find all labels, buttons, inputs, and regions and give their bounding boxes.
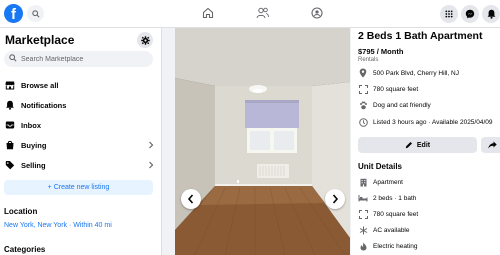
unit-detail-row: Apartment xyxy=(358,176,500,188)
unit-detail-row: AC available xyxy=(358,224,500,236)
marketplace-search-box[interactable] xyxy=(4,51,153,67)
share-icon xyxy=(487,141,497,149)
create-new-listing-button[interactable]: + Create new listing xyxy=(4,180,153,195)
clock-icon xyxy=(358,117,368,127)
unit-detail-label: Apartment xyxy=(373,178,403,186)
next-photo-button[interactable] xyxy=(325,189,345,209)
sidebar-item-label: Browse all xyxy=(21,80,59,90)
listing-time-row: Listed 3 hours ago · Available 2025/04/0… xyxy=(358,116,500,128)
snowflake-icon xyxy=(358,226,368,235)
sidebar-item-label: Inbox xyxy=(21,120,41,130)
listing-price: $795 / Month xyxy=(358,47,404,56)
friends-icon[interactable] xyxy=(255,6,269,20)
square-feet-icon xyxy=(358,84,368,94)
chevron-right-icon xyxy=(148,141,154,151)
messenger-icon[interactable] xyxy=(461,5,479,23)
unit-detail-row: Electric heating xyxy=(358,240,500,252)
unit-detail-label: Electric heating xyxy=(373,242,418,250)
sidebar-item-buying[interactable]: Buying xyxy=(4,137,154,153)
notifications-icon[interactable] xyxy=(482,5,500,23)
heating-icon xyxy=(358,242,368,251)
unit-detail-row: 2 beds · 1 bath xyxy=(358,192,500,204)
search-icon[interactable] xyxy=(27,5,44,22)
chevron-right-icon xyxy=(148,161,154,171)
edit-button-label: Edit xyxy=(416,141,431,149)
marketplace-search-input[interactable] xyxy=(21,55,141,63)
sidebar-item-selling[interactable]: Selling xyxy=(4,157,154,173)
unit-detail-row: 780 square feet xyxy=(358,208,500,220)
listing-address: 500 Park Blvd, Cherry Hill, NJ xyxy=(373,69,459,77)
listing-time: Listed 3 hours ago · Available 2025/04/0… xyxy=(373,118,493,126)
listing-pets-row: Dog and cat friendly xyxy=(358,99,500,111)
marketplace-sidebar: Marketplace Browse all Notifications Inb… xyxy=(0,28,162,255)
home-icon[interactable] xyxy=(201,6,215,20)
edit-listing-button[interactable]: Edit xyxy=(358,137,477,153)
sidebar-title: Marketplace xyxy=(5,33,75,47)
previous-photo-button[interactable] xyxy=(181,189,201,209)
location-link[interactable]: New York, New York · Within 40 mi xyxy=(4,222,112,229)
unit-detail-label: 2 beds · 1 bath xyxy=(373,194,417,202)
unit-detail-label: AC available xyxy=(373,226,410,234)
bed-icon xyxy=(358,194,368,202)
listing-photo xyxy=(175,28,350,255)
square-feet-icon xyxy=(358,209,368,219)
listing-size: 780 square feet xyxy=(373,85,419,93)
pencil-icon xyxy=(405,142,412,149)
unit-details-heading: Unit Details xyxy=(358,162,403,171)
unit-detail-label: 780 square feet xyxy=(373,210,419,218)
groups-icon[interactable] xyxy=(310,6,324,20)
listing-title: 2 Beds 1 Bath Apartment xyxy=(358,30,483,42)
storefront-icon xyxy=(4,80,15,91)
sidebar-item-label: Notifications xyxy=(21,100,67,110)
gear-icon[interactable] xyxy=(137,32,153,48)
listing-photo-viewer[interactable] xyxy=(175,28,350,255)
bell-icon xyxy=(4,100,15,111)
building-icon xyxy=(358,178,368,187)
bag-icon xyxy=(4,140,15,151)
top-navigation-bar: f xyxy=(0,0,500,28)
share-button[interactable] xyxy=(481,137,500,153)
categories-heading: Categories xyxy=(4,245,46,254)
inbox-icon xyxy=(4,120,15,131)
listing-details-panel: 2 Beds 1 Bath Apartment $795 / Month Ren… xyxy=(351,28,500,255)
listing-address-row: 500 Park Blvd, Cherry Hill, NJ xyxy=(358,67,500,79)
chevron-right-icon xyxy=(332,194,339,204)
listing-pets: Dog and cat friendly xyxy=(373,101,431,109)
location-pin-icon xyxy=(358,68,368,78)
listing-size-row: 780 square feet xyxy=(358,83,500,95)
sidebar-item-label: Selling xyxy=(21,160,46,170)
sidebar-item-label: Buying xyxy=(21,140,47,150)
menu-grid-icon[interactable] xyxy=(440,5,458,23)
paw-icon xyxy=(358,101,368,110)
listing-category: Rentals xyxy=(358,57,379,63)
facebook-logo-icon[interactable]: f xyxy=(4,4,23,23)
tag-icon xyxy=(4,160,15,171)
sidebar-item-browse-all[interactable]: Browse all xyxy=(4,77,154,93)
search-icon xyxy=(9,54,17,64)
sidebar-item-inbox[interactable]: Inbox xyxy=(4,117,154,133)
location-heading: Location xyxy=(4,207,38,216)
chevron-left-icon xyxy=(187,194,194,204)
sidebar-item-notifications[interactable]: Notifications xyxy=(4,97,154,113)
